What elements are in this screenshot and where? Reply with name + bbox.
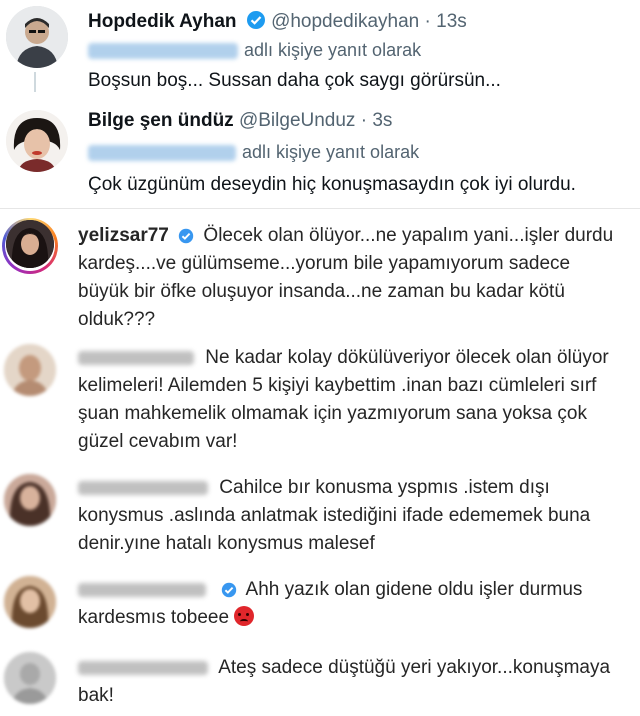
avatar[interactable] [4,474,56,526]
reply-context: adlı kişiye yanıt olarak [88,142,419,163]
reply-context-label: adlı kişiye yanıt olarak [242,142,420,162]
reply-context-label: adlı kişiye yanıt olarak [244,40,422,60]
avatar[interactable] [4,576,56,628]
angry-face-icon [234,606,255,626]
thread-line [34,72,36,92]
comment-item: Ateş sadece düştüğü yeri yakıyor...konuş… [0,650,640,714]
comment-text-line: kelimeleri! Ailemden 5 kişiyi kaybettim … [78,375,597,396]
tweet-header: Bilge şen ündüz @BilgeUnduz · 3s [88,110,392,132]
avatar[interactable] [4,652,56,704]
comment-item: yelizsar77 Ölecek olan ölüyor...ne yapal… [0,210,640,330]
comment-text-line: Ahh yazık olan gidene oldu işler durmus [78,576,582,604]
comment-text-line: bak! [78,685,114,706]
comment-text-line: Ne kadar kolay dökülüveriyor ölecek olan… [78,344,609,372]
comment-text-line: Cahilce bır konusma yspmıs .istem dışı [78,474,550,502]
comment-username-blurred[interactable] [78,480,208,495]
display-name[interactable]: Bilge şen ündüz [88,110,234,131]
comment-item: Cahilce bır konusma yspmıs .istem dışı k… [0,470,640,562]
comment-text-line: şuan mahkemelik olmamak için yazmıyorum … [78,403,587,424]
timestamp[interactable]: · 3s [361,110,393,131]
divider [0,208,640,209]
comment-text-line: güzel cevabım var! [78,431,238,452]
tweet-reply[interactable]: Bilge şen ündüz @BilgeUnduz · 3s adlı ki… [0,100,640,208]
comment-username-blurred[interactable] [78,660,208,675]
comment-text-line: Ateş sadece düştüğü yeri yakıyor...konuş… [78,654,610,682]
comment-text-line: yelizsar77 Ölecek olan ölüyor...ne yapal… [78,225,614,246]
tweet-text: Boşsun boş... Sussan daha çok saygı görü… [88,70,501,91]
verified-badge-icon [222,582,237,598]
comment-text-line: olduk??? [78,309,156,330]
verified-badge-icon [178,228,194,244]
comment-username-blurred[interactable] [78,582,206,597]
verified-badge-icon [246,11,265,29]
avatar[interactable] [4,344,56,396]
tweet-text: Çok üzgünüm deseydin hiç konuşmasaydın ç… [88,174,576,195]
comment-text-line: kardeş....ve gülümseme...yorum bile yapa… [78,253,571,274]
comment-text-line: denir.yıne hatalı konysmus malesef [78,533,375,554]
avatar[interactable] [6,6,68,68]
reply-context: adlı kişiye yanıt olarak [88,40,421,61]
timestamp[interactable]: · 13s [425,11,467,32]
comment-username[interactable]: yelizsar77 [78,225,169,246]
comment-text-line: konysmus .aslında anlatmak istediğini if… [78,505,591,526]
comment-item: Ne kadar kolay dökülüveriyor ölecek olan… [0,338,640,458]
comment-text-line: kardesmıs tobeee [78,604,255,632]
comment-text-line: büyük bir öfke oluşuyor insanda...ne zam… [78,281,565,302]
comment-username-blurred[interactable] [78,350,194,365]
avatar[interactable] [6,220,54,268]
blurred-mention [88,145,236,162]
tweet-header: Hopdedik Ayhan @hopdedikayhan · 13s [88,10,467,33]
user-handle[interactable]: @hopdedikayhan [271,11,419,32]
comment-item: Ahh yazık olan gidene oldu işler durmus … [0,572,640,636]
display-name[interactable]: Hopdedik Ayhan [88,11,237,32]
tweet-reply[interactable]: Hopdedik Ayhan @hopdedikayhan · 13s adlı… [0,0,640,100]
user-handle[interactable]: @BilgeUnduz [239,110,355,131]
avatar[interactable] [6,110,68,172]
blurred-mention [88,43,238,60]
